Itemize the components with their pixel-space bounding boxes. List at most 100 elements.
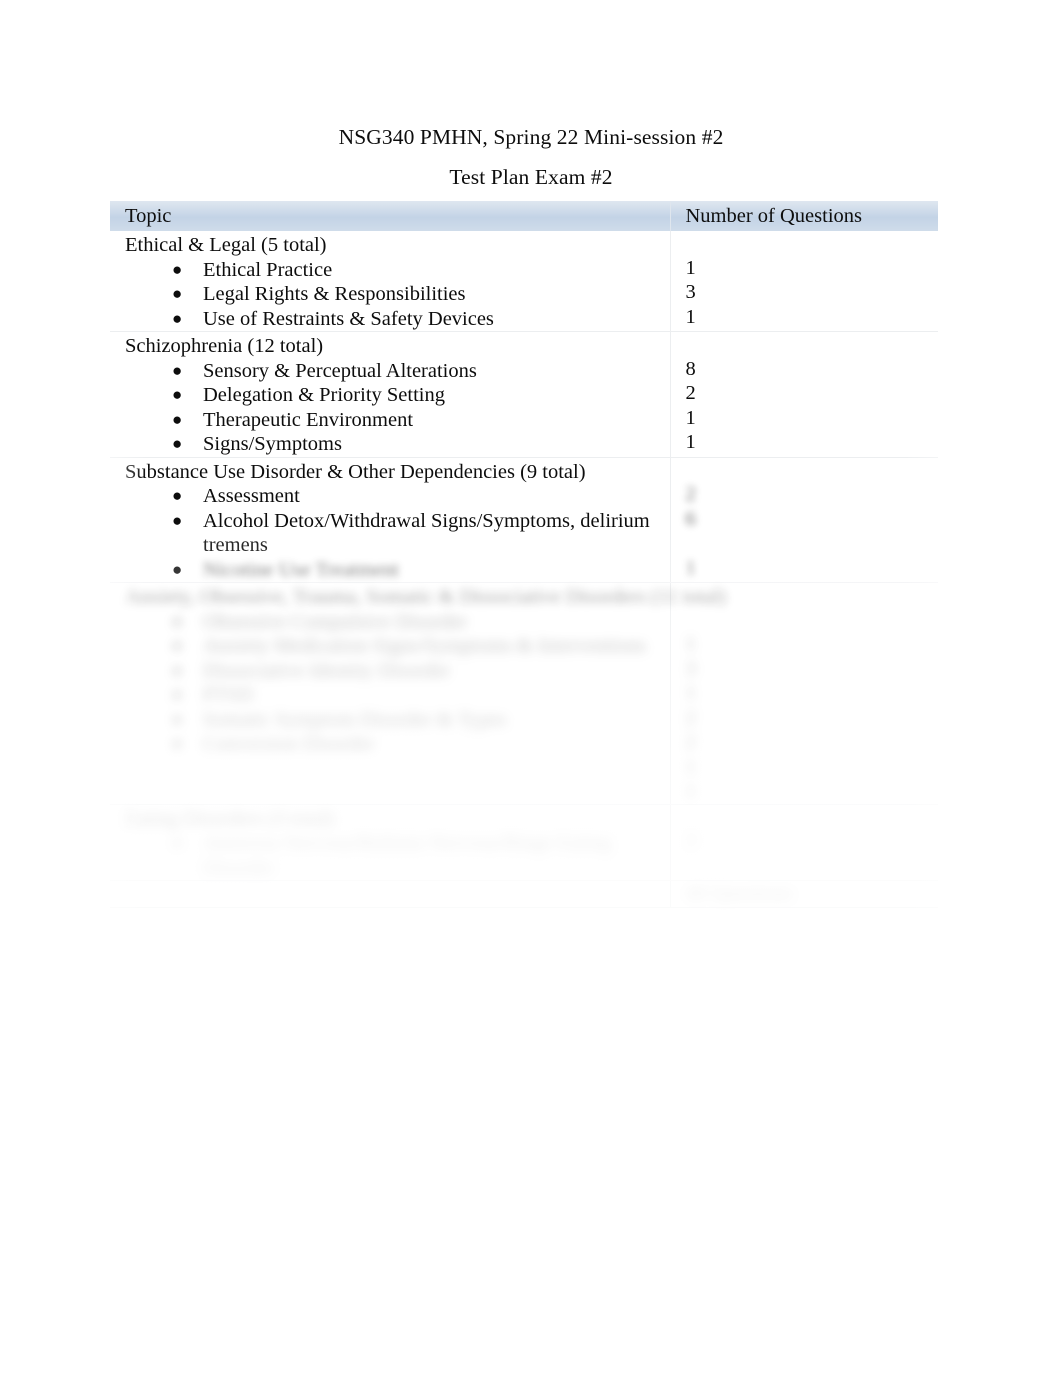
- count-value-obscured: 2: [685, 706, 696, 729]
- column-header-number-of-questions: Number of Questions: [669, 201, 938, 231]
- section-item-list: ● Ethical Practice ● Legal Rights & Resp…: [125, 258, 664, 332]
- test-plan-table: Topic Number of Questions Ethical & Lega…: [110, 201, 938, 908]
- bullet-icon: ●: [172, 734, 183, 753]
- bullet-icon: ●: [172, 685, 183, 704]
- total-label-obscured: [125, 881, 664, 905]
- count-value: 2: [685, 382, 696, 404]
- list-item-label-obscured: Dissociative Identity Disorder: [203, 659, 451, 682]
- list-item-label-obscured: Obsessive Compulsive Disorder: [203, 610, 468, 633]
- bullet-icon: ●: [172, 308, 183, 328]
- list-item: ● Delegation & Priority Setting: [125, 383, 664, 408]
- total-value-obscured: 40 Questions: [685, 883, 794, 905]
- list-item-label-obscured: Anorexia Nervosa/Bulimia Nervosa/Binge E…: [203, 832, 612, 879]
- bullet-icon: ●: [172, 611, 183, 631]
- count-value: 8: [685, 357, 696, 380]
- count-value-obscured: 3: [685, 830, 696, 852]
- list-item-obscured: ● Conversion Disorder: [125, 732, 664, 757]
- list-item-obscured: ● Somatic Symptom Disorder & Types: [125, 708, 664, 733]
- bullet-icon: ●: [172, 259, 183, 279]
- list-item: ● Legal Rights & Responsibilities: [125, 282, 664, 307]
- count-value: 1: [685, 406, 696, 429]
- table-row-obscured: Anxiety, Obsessive, Trauma, Somatic & Di…: [110, 582, 938, 805]
- section-item-list-obscured: ● Obsessive Compulsive Disorder ● Anxiet…: [125, 610, 664, 757]
- count-value-obscured: 1: [685, 556, 696, 579]
- bullet-icon: ●: [172, 709, 183, 729]
- count-value: 3: [685, 281, 696, 303]
- bullet-icon: ●: [172, 510, 183, 530]
- count-spacer: 0: [686, 458, 933, 483]
- count-cell-obscured-1: 0 0 1 3 1 2 2 1 1: [669, 582, 938, 805]
- section-item-list-obscured: ● Anorexia Nervosa/Bulimia Nervosa/Binge…: [125, 831, 664, 880]
- list-item-obscured: ● Dissociative Identity Disorder: [125, 659, 664, 684]
- list-item-obscured: ● Obsessive Compulsive Disorder: [125, 610, 664, 635]
- list-item: ● Assessment: [125, 484, 664, 509]
- bullet-icon: ●: [172, 636, 183, 655]
- count-list: 0 8 2 1 1: [686, 332, 933, 455]
- count-spacer: 0: [686, 531, 933, 556]
- list-item-obscured: ● Anorexia Nervosa/Bulimia Nervosa/Binge…: [125, 831, 664, 880]
- count-cell-substance-use-disorder: 0 2 6 0 1: [669, 457, 938, 583]
- section-title: Ethical & Legal (5 total): [125, 234, 327, 256]
- bullet-icon: ●: [172, 434, 183, 453]
- list-item: ● Alcohol Detox/Withdrawal Signs/Symptom…: [125, 509, 664, 558]
- topic-cell-substance-use-disorder: Substance Use Disorder & Other Dependenc…: [110, 457, 670, 583]
- bullet-icon: ●: [172, 385, 183, 404]
- list-item-obscured: ● Nicotine Use Treatment: [125, 558, 664, 583]
- section-title-obscured: Eating Disorders (3 total): [125, 807, 334, 830]
- bullet-icon: ●: [172, 409, 183, 429]
- topic-cell-schizophrenia: Schizophrenia (12 total) ● Sensory & Per…: [110, 331, 670, 458]
- bullet-icon: ●: [172, 360, 183, 380]
- list-item-label-obscured: Anxiety Medication Signs/Symptoms & Inte…: [203, 635, 647, 657]
- table-row: Ethical & Legal (5 total) ● Ethical Prac…: [110, 231, 938, 332]
- topic-cell-obscured-1: Anxiety, Obsessive, Trauma, Somatic & Di…: [110, 582, 726, 805]
- list-item-label: Assessment: [203, 485, 300, 507]
- list-item-label: Alcohol Detox/Withdrawal Signs/Symptoms,…: [203, 509, 650, 557]
- page-title: NSG340 PMHN, Spring 22 Mini-session #2: [338, 125, 724, 149]
- list-item: ● Sensory & Perceptual Alterations: [125, 359, 664, 384]
- count-spacer: 0: [686, 583, 933, 608]
- section-item-list: ● Assessment ● Alcohol Detox/Withdrawal …: [125, 484, 664, 582]
- table-row: Substance Use Disorder & Other Dependenc…: [110, 457, 938, 583]
- topic-cell-obscured-2: Eating Disorders (3 total) ● Anorexia Ne…: [110, 804, 670, 881]
- table-header-row: Topic Number of Questions: [110, 201, 938, 231]
- list-item-label-obscured: Conversion Disorder: [203, 733, 375, 755]
- count-list-obscured: 0 3: [686, 805, 933, 854]
- table-row-total: 40 Questions: [110, 880, 938, 908]
- table-header: Topic Number of Questions: [110, 201, 938, 231]
- list-item-label: Signs/Symptoms: [203, 433, 342, 455]
- list-item: ● Therapeutic Environment: [125, 408, 664, 433]
- count-value: 1: [685, 431, 696, 453]
- list-item-obscured: ● Anxiety Medication Signs/Symptoms & In…: [125, 634, 664, 659]
- count-value: 1: [685, 256, 696, 279]
- count-value: 1: [685, 305, 696, 328]
- count-value-obscured: 2: [685, 483, 696, 505]
- table-body: Ethical & Legal (5 total) ● Ethical Prac…: [110, 231, 938, 908]
- count-cell-obscured-2: 0 3: [669, 804, 938, 881]
- section-item-list: ● Sensory & Perceptual Alterations ● Del…: [125, 359, 664, 457]
- count-value-obscured: 1: [685, 633, 696, 655]
- section-title-obscured: Anxiety, Obsessive, Trauma, Somatic & Di…: [125, 586, 726, 608]
- list-item-label-obscured: PTSD: [203, 684, 254, 706]
- list-item-label: Use of Restraints & Safety Devices: [203, 307, 494, 330]
- list-item: ● Signs/Symptoms: [125, 432, 664, 457]
- count-spacer: 0: [686, 332, 933, 357]
- count-value-obscured: 6: [685, 507, 696, 530]
- list-item-obscured: ● PTSD: [125, 683, 664, 708]
- count-cell-ethical-legal: 0 1 3 1: [669, 231, 938, 332]
- total-value-cell: 40 Questions: [669, 880, 938, 908]
- list-item-label-obscured: Nicotine Use Treatment: [203, 558, 399, 581]
- count-value-obscured: 2: [685, 731, 696, 753]
- table-row: Schizophrenia (12 total) ● Sensory & Per…: [110, 331, 938, 458]
- test-plan-table-container: Topic Number of Questions Ethical & Lega…: [110, 201, 938, 908]
- list-item-label: Delegation & Priority Setting: [203, 384, 445, 406]
- count-spacer: 0: [686, 805, 933, 830]
- bullet-icon: ●: [172, 486, 183, 505]
- count-value-obscured: 1: [685, 755, 696, 778]
- count-list: 0 1 3 1: [686, 231, 933, 329]
- list-item-label: Therapeutic Environment: [203, 408, 414, 431]
- list-item: ● Use of Restraints & Safety Devices: [125, 307, 664, 332]
- count-value-obscured: 1: [685, 682, 696, 704]
- bullet-icon: ●: [172, 284, 183, 303]
- count-cell-schizophrenia: 0 8 2 1 1: [669, 331, 938, 458]
- table-row-obscured: Eating Disorders (3 total) ● Anorexia Ne…: [110, 804, 938, 881]
